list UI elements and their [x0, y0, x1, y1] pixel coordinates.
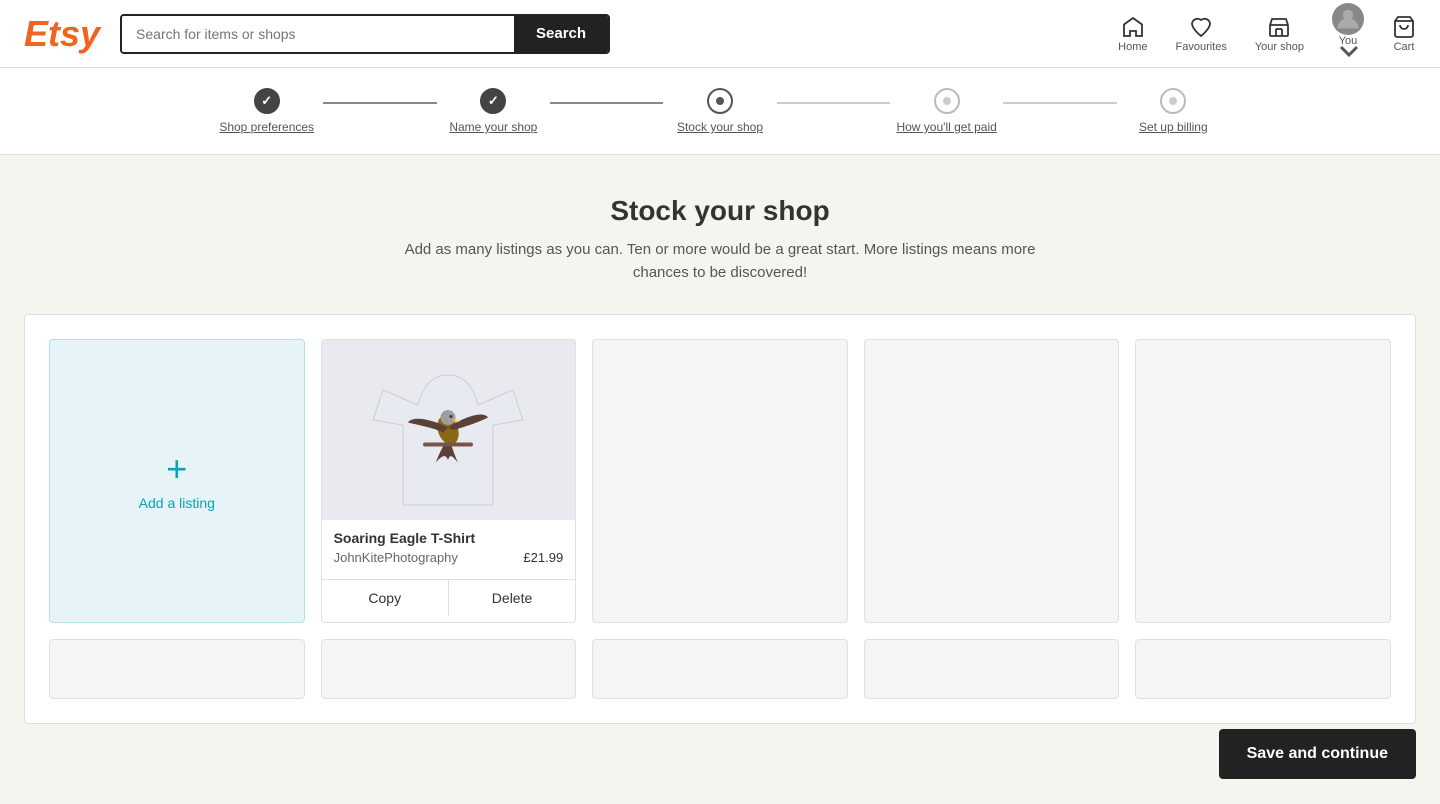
shop-icon: [1267, 15, 1291, 39]
heart-icon: [1189, 15, 1213, 39]
listing-info: Soaring Eagle T-Shirt JohnKitePhotograph…: [322, 520, 576, 571]
step-shop-preferences[interactable]: ✓ Shop preferences: [210, 88, 323, 134]
nav-you[interactable]: You: [1332, 3, 1364, 65]
add-listing-plus-icon: +: [166, 451, 187, 487]
search-input[interactable]: [122, 16, 514, 52]
chevron-down-icon: [1337, 39, 1361, 63]
step-dot-3: [716, 97, 724, 105]
copy-button[interactable]: Copy: [322, 580, 449, 616]
empty-card-r2-1: [49, 639, 305, 699]
cart-icon: [1392, 15, 1416, 39]
step-circle-5: [1160, 88, 1186, 114]
nav-icons: Home Favourites Your shop: [1118, 3, 1416, 65]
add-listing-card[interactable]: + Add a listing: [49, 339, 305, 623]
step-name-your-shop[interactable]: ✓ Name your shop: [437, 88, 550, 134]
listings-grid-row2: [49, 639, 1391, 699]
step-dot-5: [1169, 97, 1177, 105]
delete-button[interactable]: Delete: [449, 580, 575, 616]
step-line-3: [777, 102, 890, 104]
nav-your-shop[interactable]: Your shop: [1255, 15, 1304, 53]
home-icon: [1121, 15, 1145, 39]
avatar-icon: [1332, 3, 1364, 35]
step-label-1: Shop preferences: [219, 120, 314, 134]
nav-home[interactable]: Home: [1118, 15, 1147, 53]
listing-actions: Copy Delete: [322, 579, 576, 616]
nav-favourites[interactable]: Favourites: [1176, 15, 1227, 53]
listing-name: Soaring Eagle T-Shirt: [334, 530, 564, 546]
step-label-2: Name your shop: [449, 120, 537, 134]
search-bar: Search: [120, 14, 610, 54]
nav-cart[interactable]: Cart: [1392, 15, 1416, 53]
nav-home-label: Home: [1118, 41, 1147, 53]
step-how-youll-get-paid[interactable]: How you'll get paid: [890, 88, 1003, 134]
header: Etsy Search Home Favourites: [0, 0, 1440, 68]
step-stock-your-shop[interactable]: Stock your shop: [663, 88, 776, 134]
add-listing-label: Add a listing: [139, 495, 215, 511]
main-content: Stock your shop Add as many listings as …: [0, 155, 1440, 804]
step-line-1: [323, 102, 436, 104]
nav-cart-label: Cart: [1394, 41, 1415, 53]
nav-your-shop-label: Your shop: [1255, 41, 1304, 53]
empty-card-3: [592, 339, 848, 623]
step-dot-4: [943, 97, 951, 105]
listing-meta: JohnKitePhotography £21.99: [334, 550, 564, 565]
listings-grid-row1: + Add a listing: [49, 339, 1391, 623]
empty-card-r2-4: [864, 639, 1120, 699]
step-circle-1: ✓: [254, 88, 280, 114]
checkmark-1: ✓: [261, 93, 272, 109]
listing-price: £21.99: [523, 550, 563, 565]
empty-card-5: [1135, 339, 1391, 623]
page-title: Stock your shop: [24, 195, 1416, 227]
empty-card-r2-2: [321, 639, 577, 699]
progress-track: ✓ Shop preferences ✓ Name your shop Stoc…: [170, 88, 1270, 134]
empty-card-r2-3: [592, 639, 848, 699]
step-circle-4: [934, 88, 960, 114]
page-subtitle: Add as many listings as you can. Ten or …: [400, 239, 1040, 284]
progress-section: ✓ Shop preferences ✓ Name your shop Stoc…: [0, 68, 1440, 155]
listings-container: + Add a listing: [24, 314, 1416, 724]
tshirt-eagle-image: [373, 350, 523, 510]
listing-shop: JohnKitePhotography: [334, 550, 458, 565]
save-continue-button[interactable]: Save and continue: [1219, 729, 1416, 779]
empty-card-r2-5: [1135, 639, 1391, 699]
step-line-4: [1003, 102, 1116, 104]
save-button-container: Save and continue: [1195, 713, 1440, 795]
step-circle-3: [707, 88, 733, 114]
step-set-up-billing[interactable]: Set up billing: [1117, 88, 1230, 134]
step-label-5: Set up billing: [1139, 120, 1208, 134]
nav-favourites-label: Favourites: [1176, 41, 1227, 53]
step-circle-2: ✓: [480, 88, 506, 114]
listing-card-soaring-eagle: Soaring Eagle T-Shirt JohnKitePhotograph…: [321, 339, 577, 623]
step-label-3: Stock your shop: [677, 120, 763, 134]
etsy-logo[interactable]: Etsy: [24, 13, 100, 55]
listing-image: [322, 340, 576, 520]
empty-card-4: [864, 339, 1120, 623]
checkmark-2: ✓: [488, 93, 499, 109]
search-button[interactable]: Search: [514, 16, 608, 52]
step-line-2: [550, 102, 663, 104]
step-label-4: How you'll get paid: [896, 120, 996, 134]
